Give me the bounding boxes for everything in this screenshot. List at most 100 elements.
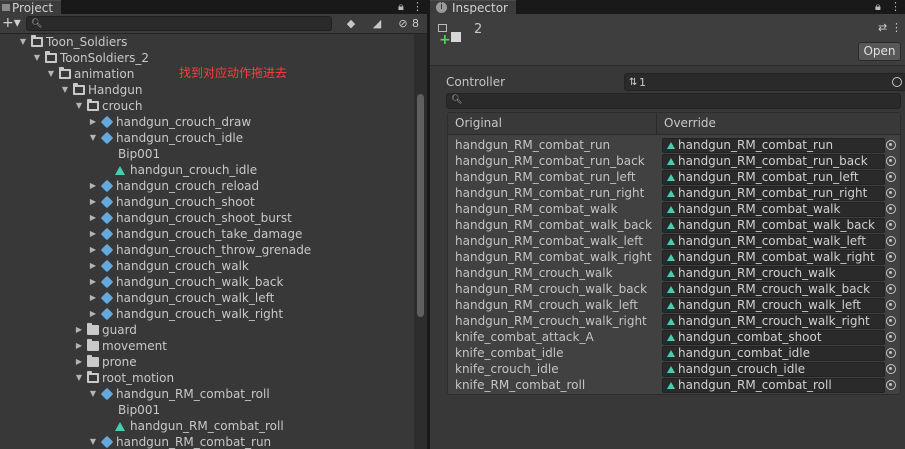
tree-item[interactable]: handgun_RM_combat_roll [0,418,414,434]
project-scrollbar-thumb[interactable] [417,94,424,317]
expand-arrow-right-icon[interactable]: ▶ [88,178,98,194]
object-picker-icon[interactable] [886,300,896,310]
column-original[interactable]: Original [455,116,502,130]
expand-arrow-right-icon[interactable]: ▶ [88,306,98,322]
tree-item[interactable]: ▼ Toon_Soldiers [0,34,414,50]
override-search-input[interactable]: 🔍︎ [446,93,901,109]
kebab-menu-icon[interactable]: ⋮ [890,0,901,14]
column-divider[interactable] [656,113,657,135]
override-clip-field[interactable]: handgun_RM_combat_walk_right [662,250,885,265]
expand-arrow-down-icon[interactable]: ▼ [46,66,56,82]
controller-field[interactable]: ⇅ 1 [624,73,905,91]
override-clip-field[interactable]: handgun_RM_combat_run_left [662,170,885,185]
override-clip-field[interactable]: handgun_RM_crouch_walk_back [662,282,885,297]
tree-item[interactable]: ▶ handgun_crouch_reload [0,178,414,194]
expand-arrow-down-icon[interactable]: ▼ [18,34,28,50]
tree-item[interactable]: ▶ handgun_crouch_take_damage [0,226,414,242]
tree-item[interactable]: ▼ handgun_crouch_idle [0,130,414,146]
override-clip-field[interactable]: handgun_RM_combat_run_right [662,186,885,201]
tree-item[interactable]: ▶ handgun_crouch_throw_grenade [0,242,414,258]
tree-item[interactable]: Bip001 [0,402,414,418]
tree-item[interactable]: ▶ handgun_crouch_shoot [0,194,414,210]
expand-arrow-right-icon[interactable]: ▶ [88,290,98,306]
expand-arrow-down-icon[interactable]: ▼ [60,82,70,98]
tab-inspector[interactable]: i Inspector [430,0,516,15]
object-picker-icon[interactable] [886,332,896,342]
tree-item[interactable]: ▶ handgun_crouch_walk_right [0,306,414,322]
expand-arrow-right-icon[interactable]: ▶ [74,354,84,370]
override-clip-field[interactable]: handgun_RM_combat_walk_back [662,218,885,233]
object-picker-icon[interactable] [886,252,896,262]
create-dropdown-button[interactable]: +▾ [2,15,21,31]
expand-arrow-down-icon[interactable]: ▼ [88,386,98,402]
override-clip-field[interactable]: handgun_RM_crouch_walk_left [662,298,885,313]
expand-arrow-down-icon[interactable]: ▼ [88,434,98,449]
column-override[interactable]: Override [664,116,716,130]
lock-icon[interactable]: 🔒︎ [875,0,881,14]
object-picker-icon[interactable] [886,204,896,214]
tree-item[interactable]: ▼ handgun_RM_combat_run [0,434,414,449]
override-clip-field[interactable]: handgun_combat_shoot [662,330,885,345]
kebab-menu-icon[interactable]: ⋮ [891,21,902,34]
object-picker-icon[interactable] [886,188,896,198]
object-picker-icon[interactable] [886,140,896,150]
override-clip-field[interactable]: handgun_RM_crouch_walk [662,266,885,281]
tree-item[interactable]: ▶ handgun_crouch_walk_left [0,290,414,306]
search-by-label-icon[interactable]: ◢ [370,17,384,31]
tree-item[interactable]: Bip001 [0,146,414,162]
override-clip-field[interactable]: handgun_RM_combat_walk [662,202,885,217]
expand-arrow-right-icon[interactable]: ▶ [74,338,84,354]
object-picker-icon[interactable] [886,220,896,230]
tree-item[interactable]: ▶ handgun_crouch_shoot_burst [0,210,414,226]
expand-arrow-right-icon[interactable]: ▶ [88,226,98,242]
expand-arrow-right-icon[interactable]: ▶ [74,322,84,338]
override-clip-field[interactable]: handgun_combat_idle [662,346,885,361]
expand-arrow-right-icon[interactable]: ▶ [88,114,98,130]
project-scrollbar[interactable] [414,34,427,449]
expand-arrow-right-icon[interactable]: ▶ [88,242,98,258]
expand-arrow-right-icon[interactable]: ▶ [88,210,98,226]
override-clip-field[interactable]: handgun_RM_crouch_walk_right [662,314,885,329]
override-clip-field[interactable]: handgun_RM_combat_run [662,138,885,153]
tree-item[interactable]: ▼ root_motion [0,370,414,386]
open-button[interactable]: Open [858,42,901,61]
tree-item[interactable]: ▶ prone [0,354,414,370]
object-picker-icon[interactable] [892,77,902,87]
object-picker-icon[interactable] [886,380,896,390]
project-search-input[interactable]: 🔍︎ [26,16,332,31]
object-picker-icon[interactable] [886,156,896,166]
tree-item[interactable]: ▼ crouch [0,98,414,114]
override-clip-field[interactable]: handgun_RM_combat_run_back [662,154,885,169]
override-clip-field[interactable]: handgun_crouch_idle [662,362,885,377]
object-picker-icon[interactable] [886,316,896,326]
hidden-packages-icon[interactable]: ⊘ [396,17,410,31]
search-by-type-icon[interactable]: ◆ [344,17,358,31]
object-picker-icon[interactable] [886,172,896,182]
kebab-menu-icon[interactable]: ⋮ [412,0,423,14]
tree-item[interactable]: ▶ movement [0,338,414,354]
tab-project[interactable]: Project [0,0,62,15]
tree-item[interactable]: ▼ Handgun [0,82,414,98]
expand-arrow-down-icon[interactable]: ▼ [74,98,84,114]
object-picker-icon[interactable] [886,364,896,374]
object-picker-icon[interactable] [886,284,896,294]
object-picker-icon[interactable] [886,348,896,358]
expand-arrow-down-icon[interactable]: ▼ [74,370,84,386]
tree-item[interactable]: ▶ handgun_crouch_walk_back [0,274,414,290]
lock-icon[interactable]: 🔒︎ [398,0,404,14]
tree-item[interactable]: handgun_crouch_idle [0,162,414,178]
expand-arrow-right-icon[interactable]: ▶ [88,194,98,210]
tree-item[interactable]: ▶ handgun_crouch_walk [0,258,414,274]
object-picker-icon[interactable] [886,236,896,246]
tree-item[interactable]: ▶ handgun_crouch_draw [0,114,414,130]
expand-arrow-down-icon[interactable]: ▼ [88,130,98,146]
object-picker-icon[interactable] [886,268,896,278]
override-clip-field[interactable]: handgun_RM_combat_roll [662,378,885,393]
expand-arrow-right-icon[interactable]: ▶ [88,274,98,290]
expand-arrow-right-icon[interactable]: ▶ [88,258,98,274]
expand-arrow-down-icon[interactable]: ▼ [32,50,42,66]
tree-item[interactable]: ▼ handgun_RM_combat_roll [0,386,414,402]
override-clip-field[interactable]: handgun_RM_combat_walk_left [662,234,885,249]
tree-item[interactable]: ▶ guard [0,322,414,338]
preset-icon[interactable]: ⇄ [878,21,887,34]
